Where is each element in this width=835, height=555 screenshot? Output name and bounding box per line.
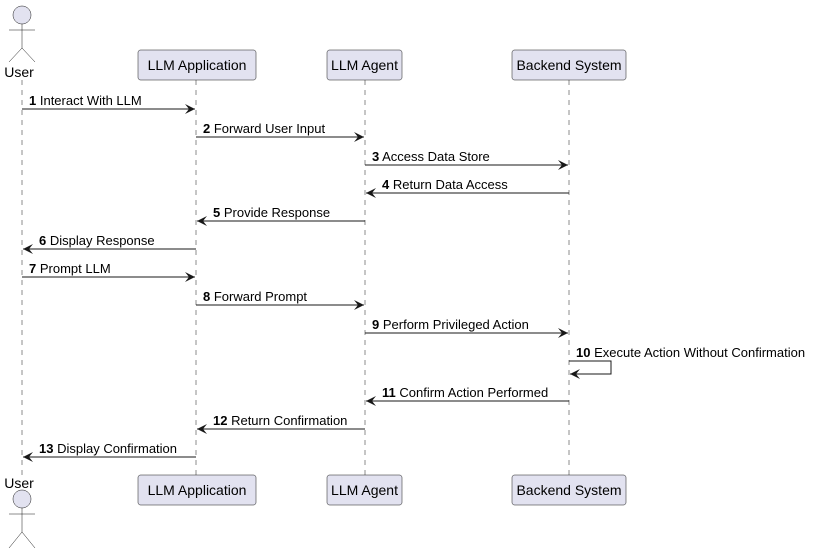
message-4: 4 Return Data Access [366,177,569,198]
sequence-diagram: User LLM Application LLM Agent Backend Syst… [4,5,805,549]
message-text: Return Confirmation [227,413,347,428]
message-6: 6 Display Response [23,233,196,254]
message-5: 5 Provide Response [197,205,365,226]
participant-agent-bottom: LLM Agent [326,474,403,506]
message-number: 8 [203,289,210,304]
message-text: Return Data Access [389,177,508,192]
message-7: 7 Prompt LLM [22,261,195,282]
message-9: 9 Perform Privileged Action [365,317,568,338]
message-label: 9 Perform Privileged Action [372,317,529,332]
message-number: 3 [372,149,379,164]
message-10: 10 Execute Action Without Confirmation [569,345,805,379]
message-8: 8 Forward Prompt [196,289,364,310]
message-number: 5 [213,205,220,220]
message-text: Forward User Input [210,121,325,136]
message-1: 1 Interact With LLM [22,93,195,114]
message-number: 13 [39,441,53,456]
message-label: 3 Access Data Store [372,149,490,164]
participant-agent-top: LLM Agent [326,49,403,81]
message-label: 6 Display Response [39,233,155,248]
message-number: 7 [29,261,36,276]
participant-backend-top: Backend System [511,49,627,81]
participants-top: User LLM Application LLM Agent Backend Syst… [4,5,627,81]
participant-label: LLM Agent [331,57,398,73]
message-label: 2 Forward User Input [203,121,325,136]
actor-user-bottom-label: User [4,475,34,491]
message-text: Forward Prompt [210,289,307,304]
participant-label: LLM Application [148,57,247,73]
message-label: 5 Provide Response [213,205,330,220]
actor-user-top-icon [8,5,36,63]
actor-user-bottom-icon [8,489,36,549]
message-13: 13 Display Confirmation [23,441,196,462]
messages: 1 Interact With LLM 2 Forward User Input 3… [22,93,805,462]
message-3: 3 Access Data Store [365,149,568,170]
message-12: 12 Return Confirmation [197,413,365,434]
message-number: 10 [576,345,590,360]
message-label: 13 Display Confirmation [39,441,177,456]
message-label: 8 Forward Prompt [203,289,307,304]
message-2: 2 Forward User Input [196,121,364,142]
participants-bottom: User LLM Application LLM Agent Backend Syst… [4,474,627,549]
message-text: Display Response [46,233,154,248]
message-label: 11 Confirm Action Performed [382,385,548,400]
message-label: 4 Return Data Access [382,177,508,192]
participant-backend-bottom: Backend System [511,474,627,506]
message-number: 2 [203,121,210,136]
message-text: Provide Response [220,205,330,220]
message-11: 11 Confirm Action Performed [366,385,569,406]
message-text: Confirm Action Performed [396,385,548,400]
participant-label: LLM Agent [331,482,398,498]
message-number: 1 [29,93,36,108]
self-message-arrow [569,360,612,379]
message-text: Interact With LLM [36,93,141,108]
message-text: Execute Action Without Confirmation [590,345,805,360]
message-label: 1 Interact With LLM [29,93,142,108]
participant-label: LLM Application [148,482,247,498]
message-text: Perform Privileged Action [379,317,529,332]
participant-label: Backend System [516,482,621,498]
participant-app-top: LLM Application [137,49,257,81]
message-number: 9 [372,317,379,332]
message-number: 11 [382,385,396,400]
message-text: Prompt LLM [36,261,110,276]
participant-app-bottom: LLM Application [137,474,257,506]
message-number: 12 [213,413,227,428]
message-label: 12 Return Confirmation [213,413,347,428]
actor-user-top-label: User [4,64,34,80]
message-text: Display Confirmation [53,441,177,456]
participant-label: Backend System [516,57,621,73]
message-label: 7 Prompt LLM [29,261,111,276]
message-text: Access Data Store [379,149,490,164]
message-label: 10 Execute Action Without Confirmation [576,345,805,360]
message-number: 6 [39,233,46,248]
